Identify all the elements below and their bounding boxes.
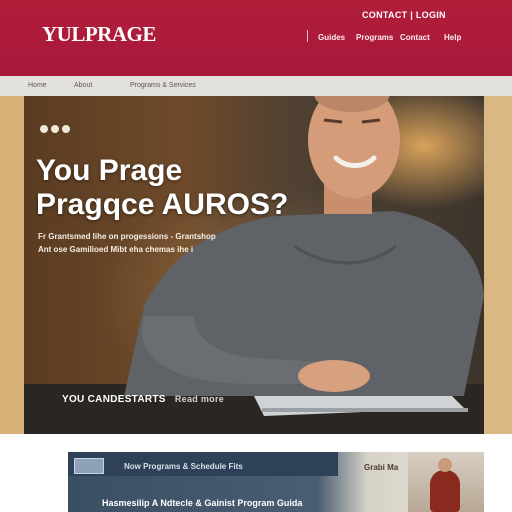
- hero-title-line: You Prage: [36, 154, 183, 187]
- hero-caption[interactable]: YOU CANDESTARTS Read more: [62, 394, 224, 405]
- featured-strip[interactable]: Now Programs & Schedule Fits Grabi Ma Ha…: [68, 452, 484, 512]
- nav-item-guides[interactable]: Guides: [318, 33, 345, 42]
- site-header: YULPRAGE CONTACT | LOGIN Guides Programs…: [0, 0, 512, 76]
- nav-item-programs[interactable]: Programs: [356, 33, 393, 42]
- featured-strip-person: [430, 470, 460, 512]
- site-logo[interactable]: YULPRAGE: [42, 22, 156, 47]
- hero-subtitle: Fr Grantsmed lihe on progessions - Grant…: [38, 230, 288, 256]
- hero-side-panel-right: [484, 96, 512, 434]
- featured-strip-headline[interactable]: Hasmesilip A Ndtecle & Gainist Program G…: [102, 498, 302, 508]
- featured-strip-badge: [74, 458, 104, 474]
- utility-links[interactable]: CONTACT | LOGIN: [362, 10, 446, 20]
- subnav-item-about[interactable]: About: [74, 82, 92, 89]
- hero-caption-text: YOU CANDESTARTS: [62, 394, 166, 405]
- featured-strip-label[interactable]: Grabi Ma: [364, 463, 398, 472]
- sub-navigation: Home About Programs & Services: [0, 76, 512, 97]
- hero-title: You Prage Pragqce AUROS?: [36, 154, 288, 222]
- hero-side-panel-left: [0, 96, 24, 434]
- slide-dot[interactable]: [40, 125, 48, 133]
- hero-banner[interactable]: You Prage Pragqce AUROS? Fr Grantsmed li…: [24, 96, 484, 434]
- hero-read-more-link[interactable]: Read more: [175, 394, 224, 404]
- hero-subtitle-line: Ant ose Gamilioed Mibt eha chemas ihe i: [38, 245, 194, 254]
- featured-strip-person-head: [438, 458, 452, 472]
- slide-dot[interactable]: [51, 125, 59, 133]
- nav-item-contact[interactable]: Contact: [400, 33, 430, 42]
- hero-title-line: Pragqce AUROS?: [36, 188, 289, 221]
- featured-strip-tag[interactable]: Now Programs & Schedule Fits: [124, 462, 243, 471]
- subnav-item-home[interactable]: Home: [28, 82, 47, 89]
- slide-indicator-dots[interactable]: [40, 120, 73, 138]
- nav-item-help[interactable]: Help: [444, 33, 461, 42]
- hero-photo: [24, 96, 484, 434]
- hero-subtitle-line: Fr Grantsmed lihe on progessions - Grant…: [38, 232, 216, 241]
- nav-divider: [307, 30, 308, 42]
- subnav-item-programs[interactable]: Programs & Services: [130, 82, 196, 89]
- featured-strip-photo: [408, 452, 484, 512]
- slide-dot[interactable]: [62, 125, 70, 133]
